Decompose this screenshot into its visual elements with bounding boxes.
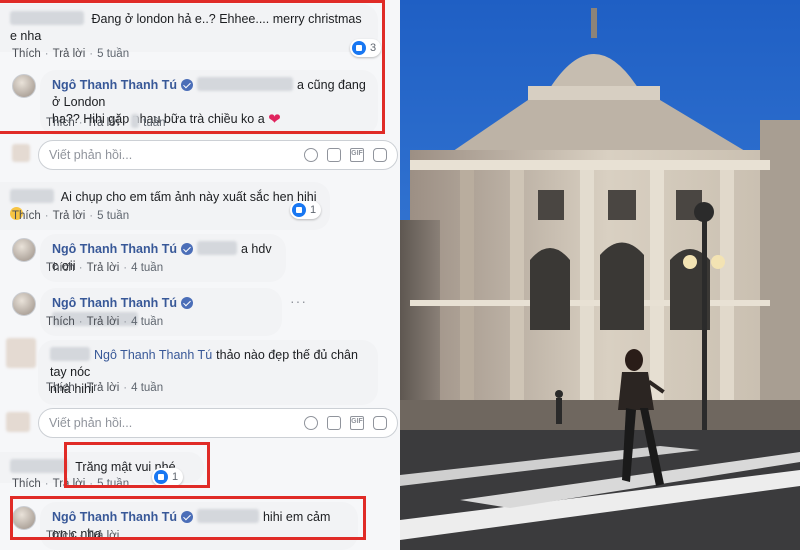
comment-actions: Thích · Trả lời · 4 tuần <box>46 262 164 274</box>
reply-input[interactable]: Viết phản hồi... GIF <box>38 408 398 438</box>
blurred-username <box>196 241 237 255</box>
emoji-icon[interactable] <box>304 416 318 430</box>
comment-bubble: Ngô Thanh Thanh Tú <box>40 288 282 336</box>
comment-bubble: Ngô Thanh Thanh Tú thảo nào đẹp thế đủ ch… <box>38 340 378 405</box>
reply-link[interactable]: Trả lời <box>87 382 120 394</box>
comment-bubble: Ngô Thanh Thanh Tú a hdv c ơii <box>40 234 286 282</box>
highlight-box <box>10 496 366 540</box>
sticker-icon[interactable] <box>373 416 387 430</box>
avatar <box>6 338 36 368</box>
verified-icon <box>180 243 193 255</box>
avatar <box>6 412 30 432</box>
reply-link[interactable]: Trả lời <box>87 262 120 274</box>
photo-illustration <box>400 0 800 550</box>
avatar[interactable] <box>12 238 36 262</box>
highlight-box <box>0 0 385 134</box>
reply-link[interactable]: Trả lời <box>53 210 86 222</box>
verified-icon <box>180 297 193 309</box>
like-icon <box>292 203 306 217</box>
gif-icon[interactable]: GIF <box>350 148 364 162</box>
like-link[interactable]: Thích <box>46 262 75 274</box>
comment-time: 4 tuần <box>131 316 164 328</box>
blurred-username <box>10 459 68 473</box>
comments-panel: Đang ở london hả e..? Ehhee.... merry ch… <box>0 0 400 550</box>
highlight-box <box>64 442 210 488</box>
blurred-username <box>50 347 90 361</box>
sticker-icon[interactable] <box>373 148 387 162</box>
mention-name[interactable]: Ngô Thanh Thanh Tú <box>94 348 212 362</box>
reaction-count[interactable]: 1 <box>290 201 322 219</box>
reply-link[interactable]: Trả lời <box>87 316 120 328</box>
like-link[interactable]: Thích <box>12 478 41 490</box>
comment-time: 5 tuần <box>97 210 130 222</box>
comment-actions: Thích · Trả lời · 4 tuần <box>46 316 164 328</box>
camera-icon[interactable] <box>327 416 341 430</box>
author-name[interactable]: Ngô Thanh Thanh Tú <box>52 242 177 256</box>
post-photo[interactable] <box>400 0 800 550</box>
gif-icon[interactable]: GIF <box>350 416 364 430</box>
camera-icon[interactable] <box>327 148 341 162</box>
author-name[interactable]: Ngô Thanh Thanh Tú <box>52 296 177 310</box>
blurred-username <box>10 189 54 203</box>
reply-input[interactable]: Viết phản hồi... GIF <box>38 140 398 170</box>
comment-actions: Thích · Trả lời · 5 tuần <box>12 210 130 222</box>
like-link[interactable]: Thích <box>12 210 41 222</box>
comment-time: 4 tuần <box>131 262 164 274</box>
more-icon[interactable]: ··· <box>290 293 307 309</box>
comment-time: 4 tuần <box>131 382 164 394</box>
avatar <box>12 144 30 162</box>
emoji-icon[interactable] <box>304 148 318 162</box>
comment-actions: Thích · Trả lời · 4 tuần <box>46 382 164 394</box>
like-link[interactable]: Thích <box>46 382 75 394</box>
like-link[interactable]: Thích <box>46 316 75 328</box>
comment-bubble: Ai chụp cho em tấm ảnh này xuất sắc hen … <box>0 182 330 230</box>
avatar[interactable] <box>12 292 36 316</box>
comment-text: Ai chụp cho em tấm ảnh này xuất sắc hen … <box>60 190 317 204</box>
